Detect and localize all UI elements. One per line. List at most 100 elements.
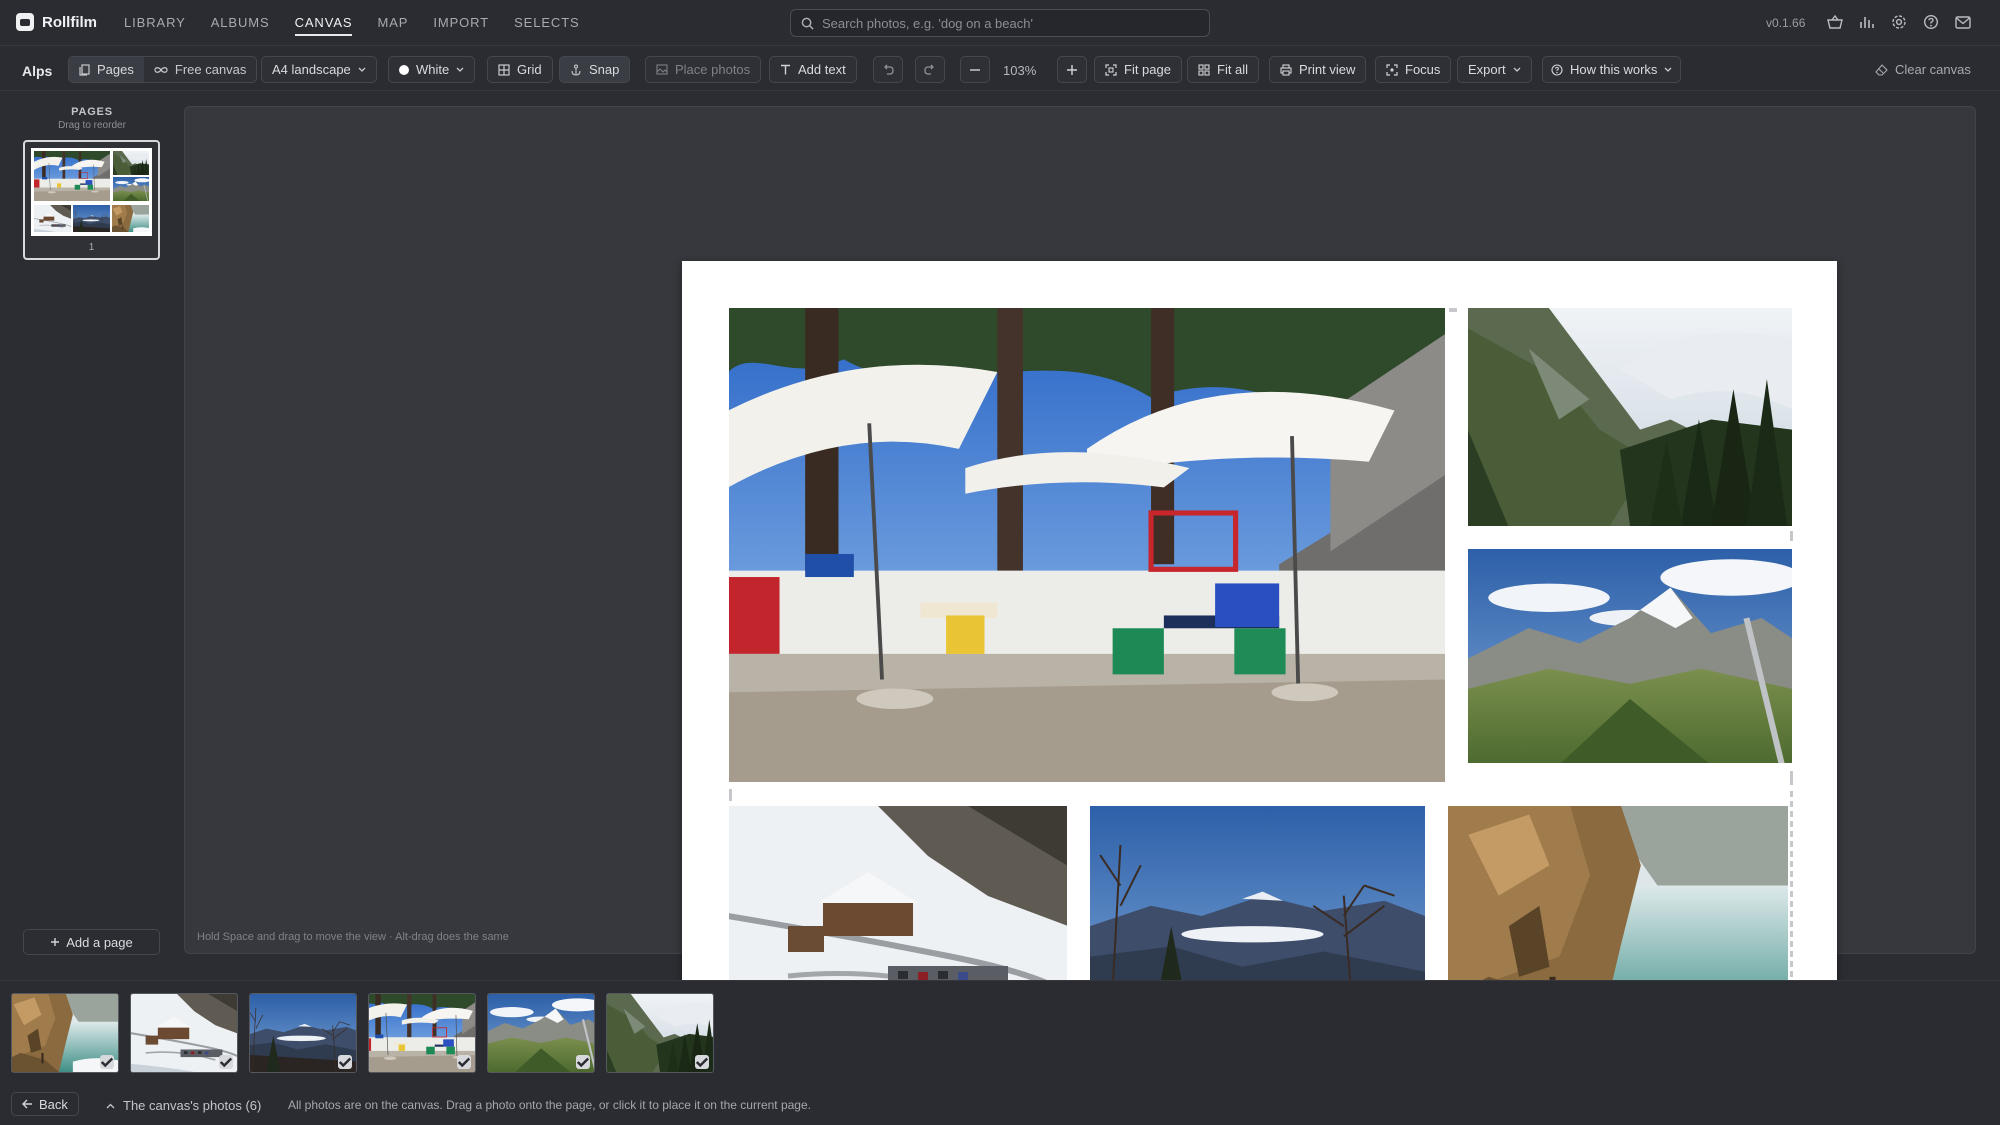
how-this-works-button[interactable]: How this works — [1542, 56, 1682, 83]
strip-photo-ski-lodge[interactable] — [130, 993, 238, 1073]
arrow-left-icon — [22, 1099, 33, 1109]
gear-icon[interactable] — [1890, 12, 1908, 32]
plus-icon — [1066, 64, 1078, 76]
canvas-workspace[interactable]: Hold Space and drag to move the view · A… — [184, 106, 1976, 1060]
rollfilm-logo-icon — [16, 13, 34, 31]
export-label: Export — [1468, 62, 1506, 77]
fit-all-label: Fit all — [1217, 62, 1249, 77]
strip-photo-lake-cliff[interactable] — [11, 993, 119, 1073]
place-photos-button[interactable]: Place photos — [645, 56, 762, 83]
fit-all-button[interactable]: Fit all — [1187, 56, 1260, 83]
checkmark-icon — [219, 1055, 233, 1069]
mode-free-canvas-button[interactable]: Free canvas — [144, 57, 257, 82]
redo-button[interactable] — [915, 56, 945, 83]
checkmark-icon — [576, 1055, 590, 1069]
chevron-down-icon — [1513, 67, 1521, 72]
search-input[interactable] — [822, 15, 1182, 31]
nav-canvas[interactable]: CANVAS — [294, 0, 353, 46]
pages-panel-subtitle: Drag to reorder — [58, 120, 126, 131]
eraser-icon — [1875, 63, 1888, 76]
checkmark-icon — [100, 1055, 114, 1069]
mode-free-label: Free canvas — [174, 62, 247, 77]
nav-selects[interactable]: SELECTS — [514, 0, 580, 46]
back-button[interactable]: Back — [11, 1092, 79, 1116]
nav-albums[interactable]: ALBUMS — [211, 0, 270, 46]
clear-canvas-label: Clear canvas — [1895, 62, 1971, 77]
nav-map[interactable]: MAP — [377, 0, 408, 46]
how-this-works-label: How this works — [1570, 62, 1658, 77]
canvas-page[interactable] — [682, 261, 1837, 1060]
background-color-select[interactable]: White — [388, 56, 476, 83]
snap-guide — [729, 789, 732, 801]
nav-import[interactable]: IMPORT — [433, 0, 489, 46]
zoom-out-button[interactable] — [960, 56, 990, 83]
search-box[interactable] — [790, 9, 1210, 37]
nav-library[interactable]: LIBRARY — [124, 0, 186, 46]
chevron-down-icon — [456, 67, 464, 72]
app-name: Rollfilm — [42, 13, 97, 31]
mail-icon[interactable] — [1954, 12, 1972, 32]
grid-label: Grid — [517, 62, 542, 77]
page-thumbnail[interactable]: 1 — [23, 140, 160, 260]
printer-icon — [1280, 63, 1292, 76]
strip-photo-forest-valley[interactable] — [606, 993, 714, 1073]
print-view-button[interactable]: Print view — [1269, 56, 1367, 83]
focus-button[interactable]: Focus — [1375, 56, 1452, 83]
photo-strip-toggle[interactable]: The canvas's photos (6) — [106, 1098, 261, 1113]
snap-guide — [1449, 308, 1457, 312]
grid-four-icon — [1198, 63, 1210, 76]
page-number: 1 — [88, 242, 95, 253]
help-icon[interactable] — [1922, 12, 1940, 32]
focus-icon — [1386, 63, 1398, 76]
fit-page-button[interactable]: Fit page — [1094, 56, 1182, 83]
checkmark-icon — [338, 1055, 352, 1069]
redo-icon — [924, 64, 936, 75]
mode-pages-button[interactable]: Pages — [69, 57, 144, 82]
strip-photo-mountain-view[interactable] — [249, 993, 357, 1073]
add-text-button[interactable]: Add text — [769, 56, 857, 83]
background-label: White — [416, 62, 450, 77]
photo-strip-title: The canvas's photos (6) — [123, 1098, 262, 1113]
photo-forest-valley[interactable] — [1468, 308, 1792, 526]
snap-toggle-button[interactable]: Snap — [559, 56, 631, 83]
search-icon — [801, 17, 814, 30]
zoom-level: 103% — [1003, 63, 1037, 78]
page-thumbnail-preview — [31, 148, 152, 236]
basket-icon[interactable] — [1826, 12, 1844, 32]
grid-icon — [498, 63, 510, 76]
photo-cafe-terrace[interactable] — [729, 308, 1445, 782]
bottom-bar: Back The canvas's photos (6) All photos … — [0, 1090, 2000, 1125]
clear-canvas-button[interactable]: Clear canvas — [1864, 56, 1982, 83]
mode-toggle: Pages Free canvas — [68, 56, 258, 83]
zoom-in-button[interactable] — [1057, 56, 1087, 83]
chevron-down-icon — [358, 67, 366, 72]
chevron-up-icon — [106, 1103, 115, 1109]
strip-photo-snowy-peaks[interactable] — [487, 993, 595, 1073]
app-logo[interactable]: Rollfilm — [16, 13, 97, 31]
export-menu-button[interactable]: Export — [1457, 56, 1532, 83]
pages-icon — [79, 63, 90, 76]
grid-toggle-button[interactable]: Grid — [487, 56, 553, 83]
anchor-icon — [570, 63, 582, 76]
photo-strip-status: All photos are on the canvas. Drag a pho… — [288, 1098, 811, 1112]
help-icon — [1551, 63, 1563, 76]
photo-snowy-peaks[interactable] — [1468, 549, 1792, 763]
text-icon — [780, 64, 791, 75]
mode-pages-label: Pages — [97, 62, 134, 77]
fit-page-label: Fit page — [1124, 62, 1171, 77]
page-size-select[interactable]: A4 landscape — [261, 56, 377, 83]
focus-label: Focus — [1405, 62, 1441, 77]
main-nav: LIBRARY ALBUMS CANVAS MAP IMPORT SELECTS — [124, 0, 580, 46]
infinity-icon — [154, 66, 168, 74]
image-icon — [656, 64, 668, 75]
undo-button[interactable] — [873, 56, 903, 83]
strip-photo-cafe-terrace[interactable] — [368, 993, 476, 1073]
top-icon-group — [1826, 12, 1972, 32]
snap-guide — [1790, 531, 1793, 541]
add-page-button[interactable]: Add a page — [23, 929, 160, 955]
canvas-title[interactable]: Alps — [22, 63, 52, 79]
pages-panel-title: PAGES — [71, 106, 113, 118]
bar-chart-icon[interactable] — [1858, 12, 1876, 32]
snap-guide — [1790, 771, 1793, 785]
snap-label: Snap — [589, 62, 620, 77]
